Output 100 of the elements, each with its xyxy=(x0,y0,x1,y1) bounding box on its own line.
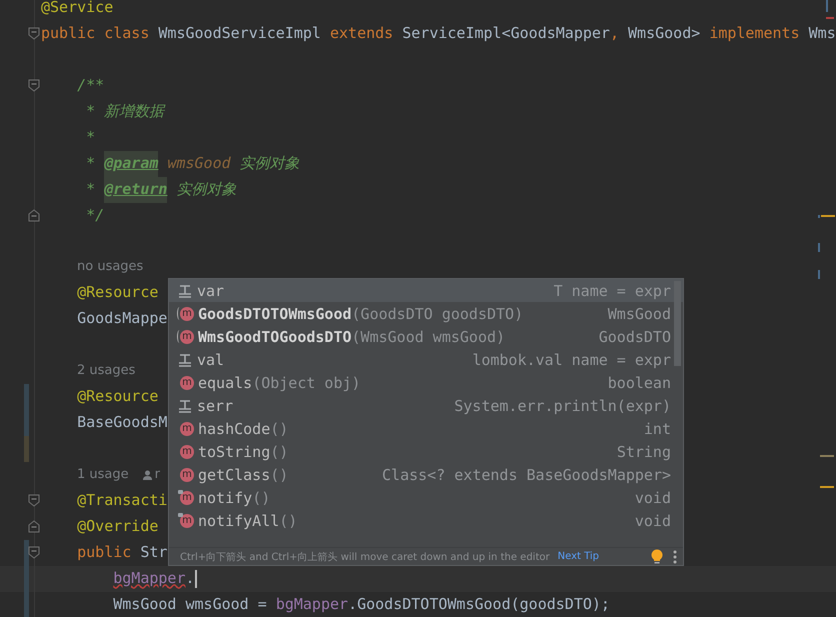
field-name: bgMapper xyxy=(276,594,348,615)
fold-icon[interactable] xyxy=(28,546,40,560)
change-marker[interactable] xyxy=(24,410,29,436)
code-text: ServiceImpl<GoodsMapper xyxy=(402,22,610,44)
lightbulb-icon xyxy=(651,548,663,564)
fold-icon[interactable] xyxy=(28,494,40,508)
item-type: boolean xyxy=(608,374,671,392)
change-marker[interactable] xyxy=(24,540,29,566)
item-name: notifyAll xyxy=(198,512,280,530)
annotation-text: @Resource xyxy=(77,282,158,304)
template-icon xyxy=(177,352,193,366)
fold-icon[interactable] xyxy=(28,208,40,222)
doc-tag: @return xyxy=(104,176,168,203)
item-params: (Object obj) xyxy=(252,374,361,392)
completion-item[interactable]: var T name = expr xyxy=(169,279,683,302)
completion-item[interactable]: serr System.err.println(expr) xyxy=(169,394,683,417)
code-text: . xyxy=(186,568,195,589)
code-text: WmsGood wmsGood = xyxy=(113,594,268,615)
doc-comment: 实例对象 xyxy=(240,152,300,174)
annotation-text: @Transacti xyxy=(77,490,168,511)
code-text: GoodsMappe xyxy=(77,308,168,330)
item-type: void xyxy=(634,488,671,506)
keyword-text: , xyxy=(610,22,620,44)
fold-icon[interactable] xyxy=(28,79,40,92)
fold-icon[interactable] xyxy=(28,520,40,534)
completion-item[interactable]: val lombok.val name = expr xyxy=(169,348,683,371)
completion-item[interactable]: m equals(Object obj) boolean xyxy=(169,371,683,394)
completion-item[interactable]: m toString() String xyxy=(169,440,683,463)
method-icon: m xyxy=(177,306,194,322)
item-params: (GoodsDTO goodsDTO) xyxy=(352,304,524,322)
doc-comment: */ xyxy=(86,204,104,226)
shortcut-tip: Ctrl+向下箭头 and Ctrl+向上箭头 will move caret down and up in the editor xyxy=(180,550,550,564)
item-name: getClass xyxy=(198,466,270,484)
annotation-text: @Service xyxy=(41,0,114,18)
item-name: GoodsDTOTOWmsGood xyxy=(198,304,352,322)
item-type: int xyxy=(644,420,671,438)
completion-item[interactable]: m hashCode() int xyxy=(169,417,683,440)
completion-item[interactable]: m notifyAll() void xyxy=(169,509,683,532)
item-type: Class<? extends BaseGoodsMapper> xyxy=(382,466,671,484)
item-type: lombok.val name = expr xyxy=(472,350,671,368)
person-icon xyxy=(142,470,152,480)
scroll-mark xyxy=(820,455,834,457)
code-text: WmsGoodServiceImpl xyxy=(158,22,322,44)
completion-item[interactable]: m WmsGoodTOGoodsDTO(WmsGood wmsGood) GoodsDTO xyxy=(169,325,683,348)
item-type: String xyxy=(616,442,671,460)
usages-hint[interactable]: 1 usage xyxy=(77,462,129,488)
completion-item[interactable]: m getClass() Class<? extends BaseGoodsMapper> xyxy=(169,463,683,486)
item-params: () xyxy=(270,420,288,438)
keyword-text: extends xyxy=(330,22,394,44)
field-name: bgMapper xyxy=(113,568,186,589)
change-marker[interactable] xyxy=(24,436,29,462)
item-name: serr xyxy=(197,396,234,414)
scroll-mark xyxy=(826,17,834,19)
annotation-text: @Override xyxy=(77,516,158,537)
code-text: WmsGood> xyxy=(628,22,702,44)
method-icon: m xyxy=(177,512,194,528)
item-name: WmsGoodTOGoodsDTO xyxy=(198,328,352,346)
author-name[interactable]: r xyxy=(154,462,160,488)
usages-hint[interactable]: 2 usages xyxy=(77,358,136,384)
code-text: Str xyxy=(140,542,168,563)
method-icon: m xyxy=(177,328,194,344)
completion-item[interactable]: m notify() void xyxy=(169,486,683,509)
doc-comment: * xyxy=(86,152,96,174)
code-text: BaseGoodsM xyxy=(77,412,168,433)
item-type: void xyxy=(634,512,671,530)
item-params: () xyxy=(252,488,270,506)
template-icon xyxy=(177,284,193,298)
usages-hint[interactable]: no usages xyxy=(77,254,144,280)
template-icon xyxy=(177,398,193,412)
item-params: () xyxy=(270,466,288,484)
annotation-text: @Resource xyxy=(77,386,158,408)
keyword-text: implements xyxy=(709,22,801,44)
next-tip-link[interactable]: Next Tip xyxy=(558,551,600,562)
doc-tag: @param xyxy=(104,150,158,177)
doc-comment: * xyxy=(86,178,96,200)
completion-item[interactable]: m GoodsDTOTOWmsGood(GoodsDTO goodsDTO) WmsGood xyxy=(169,302,683,325)
more-icon[interactable] xyxy=(673,550,677,564)
code-text: Wms xyxy=(808,22,836,44)
item-name: toString xyxy=(198,442,270,460)
method-icon: m xyxy=(177,490,194,506)
keyword-text: public class xyxy=(41,22,150,44)
item-name: notify xyxy=(198,488,252,506)
doc-comment: /** xyxy=(77,74,104,96)
scroll-mark xyxy=(818,243,820,252)
scroll-mark xyxy=(818,270,820,279)
scrollbar-thumb[interactable] xyxy=(674,281,681,366)
change-marker[interactable] xyxy=(24,384,29,410)
item-type: WmsGood xyxy=(608,304,671,322)
item-name: hashCode xyxy=(198,420,270,438)
change-marker[interactable] xyxy=(24,592,29,617)
scroll-mark xyxy=(820,486,834,488)
fold-icon[interactable] xyxy=(28,27,40,40)
item-params: (WmsGood wmsGood) xyxy=(352,328,506,346)
item-params: () xyxy=(270,442,288,460)
doc-param: wmsGood xyxy=(167,152,231,174)
item-name: equals xyxy=(198,374,252,392)
keyword-text: public xyxy=(77,542,132,563)
item-name: val xyxy=(197,350,224,368)
item-params: () xyxy=(279,512,298,530)
code-text: .GoodsDTOTOWmsGood(goodsDTO); xyxy=(348,594,610,615)
